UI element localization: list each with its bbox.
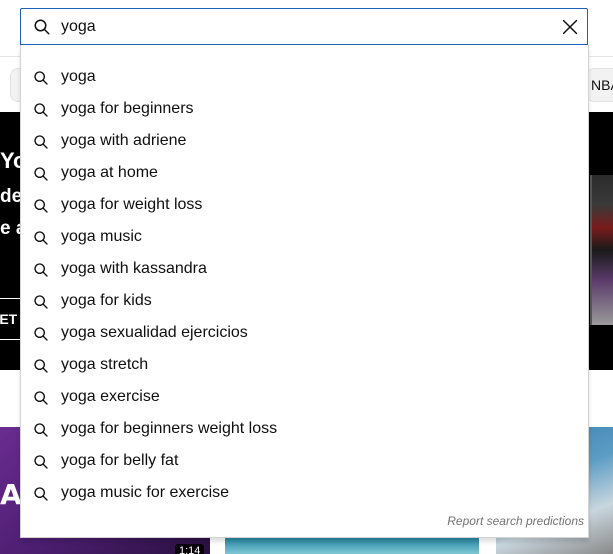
search-icon — [33, 294, 49, 310]
video-duration: 1:14 — [175, 544, 205, 554]
clear-search-button[interactable] — [559, 16, 581, 38]
suggestion-label: yoga — [61, 68, 96, 85]
suggestion-item[interactable]: yoga exercise — [21, 382, 588, 414]
search-icon — [33, 18, 51, 36]
suggestion-item[interactable]: yoga music for exercise — [21, 478, 588, 510]
search-icon — [33, 262, 49, 278]
search-icon — [33, 326, 49, 342]
suggestion-label: yoga sexualidad ejercicios — [61, 324, 248, 341]
search-icon — [33, 422, 49, 438]
search-icon — [33, 230, 49, 246]
search-icon — [33, 390, 49, 406]
suggestion-item[interactable]: yoga — [21, 62, 588, 94]
search-icon — [33, 486, 49, 502]
search-icon — [33, 102, 49, 118]
banner-headline-2: de — [0, 186, 23, 207]
banner-image — [590, 175, 613, 325]
search-icon — [33, 70, 49, 86]
suggestion-list: yoga yoga for beginners yoga with adriene y… — [21, 62, 588, 510]
suggestion-label: yoga music — [61, 228, 142, 245]
suggestion-item[interactable]: yoga sexualidad ejercicios — [21, 318, 588, 350]
suggestion-item[interactable]: yoga for belly fat — [21, 446, 588, 478]
suggestion-label: yoga with adriene — [61, 132, 187, 149]
search-icon — [33, 134, 49, 150]
search-suggestions-dropdown: yoga yoga for beginners yoga with adriene y… — [20, 45, 589, 538]
suggestion-item[interactable]: yoga at home — [21, 158, 588, 190]
suggestion-item[interactable]: yoga for kids — [21, 286, 588, 318]
suggestion-label: yoga stretch — [61, 356, 149, 373]
suggestion-label: yoga for weight loss — [61, 196, 203, 213]
search-box[interactable] — [20, 8, 588, 45]
search-input[interactable] — [61, 15, 541, 39]
suggestion-label: yoga at home — [61, 164, 158, 181]
suggestion-label: yoga for kids — [61, 292, 152, 309]
page: NBA Yo de e a ET I AV 1:14 yogayoga for … — [0, 0, 613, 554]
search-icon — [33, 166, 49, 182]
close-icon — [562, 19, 578, 35]
suggestion-label: yoga for beginners weight loss — [61, 420, 278, 437]
suggestion-label: yoga for belly fat — [61, 452, 179, 469]
suggestion-label: yoga exercise — [61, 388, 160, 405]
search-icon — [33, 198, 49, 214]
suggestion-item[interactable]: yoga for weight loss — [21, 190, 588, 222]
report-search-predictions-link[interactable]: Report search predictions — [447, 514, 584, 528]
suggestion-label: yoga with kassandra — [61, 260, 207, 277]
suggestion-item[interactable]: yoga for beginners — [21, 94, 588, 126]
search-icon — [33, 358, 49, 374]
chip-nba[interactable]: NBA — [586, 68, 613, 102]
suggestion-item[interactable]: yoga stretch — [21, 350, 588, 382]
suggestion-item[interactable]: yoga for beginners weight loss — [21, 414, 588, 446]
suggestion-label: yoga music for exercise — [61, 484, 230, 501]
suggestion-item[interactable]: yoga with kassandra — [21, 254, 588, 286]
suggestion-label: yoga for beginners — [61, 100, 194, 117]
suggestion-item[interactable]: yoga music — [21, 222, 588, 254]
search-icon — [33, 454, 49, 470]
suggestion-item[interactable]: yoga with adriene — [21, 126, 588, 158]
